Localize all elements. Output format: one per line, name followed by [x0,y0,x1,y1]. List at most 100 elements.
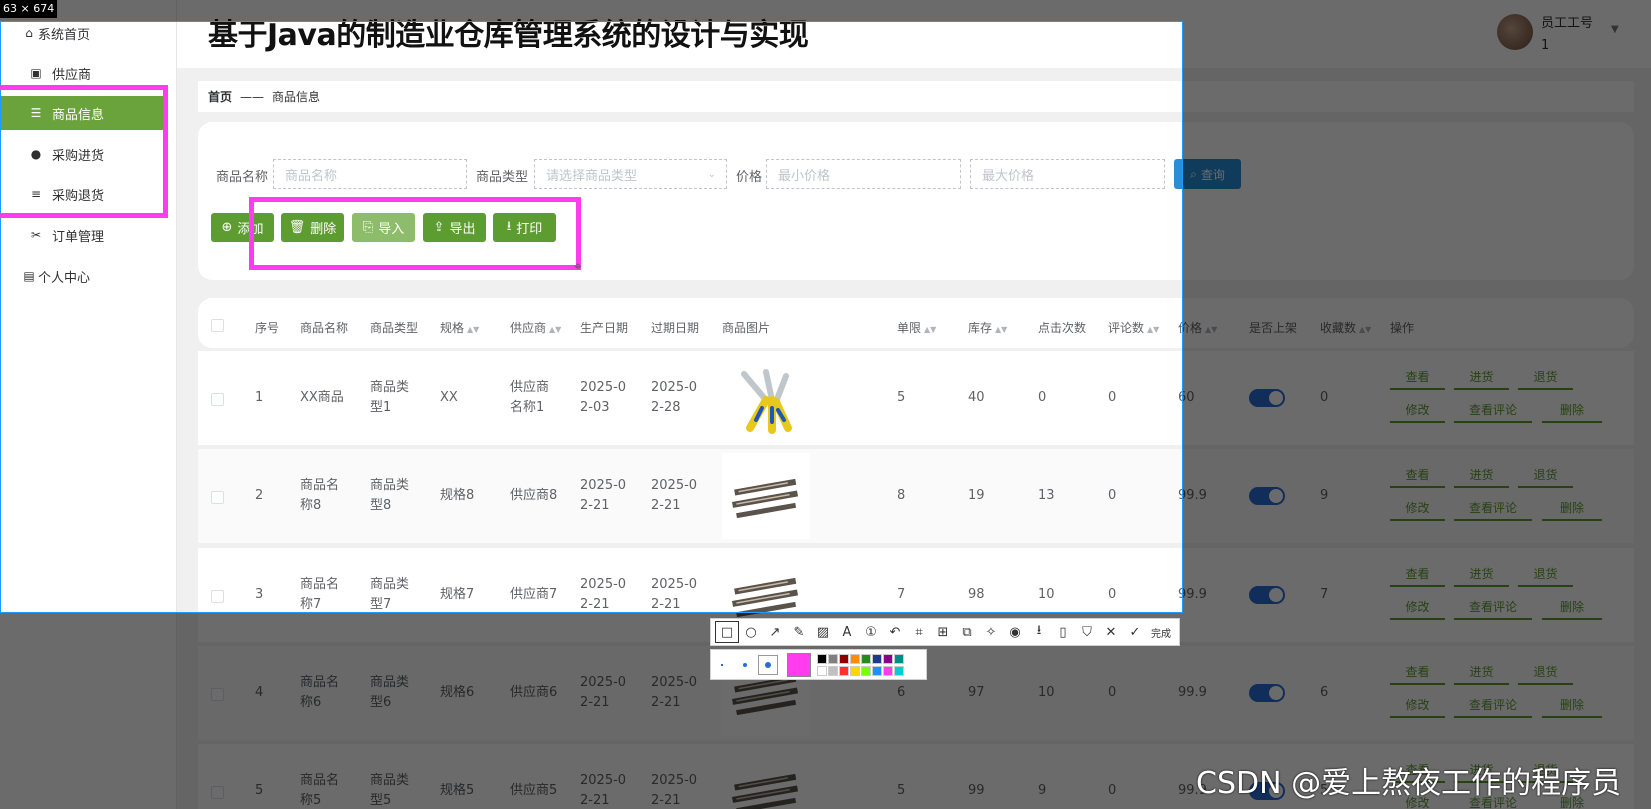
col-header[interactable]: 单限 ▲▼ [897,319,936,336]
view-comments-button[interactable]: 查看评论 [1454,499,1532,521]
breadcrumb-home[interactable]: 首页 [208,88,232,105]
color-swatch[interactable] [883,666,893,676]
sidebar-item-profile[interactable]: ▤ 个人中心 [0,259,170,293]
sort-icon[interactable]: ▲▼ [995,325,1007,334]
sort-icon[interactable]: ▲▼ [924,325,936,334]
sort-icon[interactable]: ▲▼ [467,325,479,334]
row-checkbox[interactable] [211,491,224,504]
user-menu[interactable]: 员工工号 1 [1497,14,1593,58]
view-button[interactable]: 查看 [1390,368,1445,390]
text-icon[interactable]: A [835,621,859,643]
on-shelf-toggle[interactable] [1249,389,1285,407]
return-button[interactable]: 退货 [1518,368,1573,390]
on-shelf-toggle[interactable] [1249,586,1285,604]
color-swatch[interactable] [872,654,882,664]
on-shelf-toggle[interactable] [1249,487,1285,505]
edit-button[interactable]: 修改 [1390,696,1445,718]
color-swatch[interactable] [861,654,871,664]
product-image[interactable] [722,355,810,441]
on-shelf-toggle[interactable] [1249,684,1285,702]
col-header[interactable]: 收藏数 ▲▼ [1320,319,1371,336]
sidebar-item-orders[interactable]: ✂ 订单管理 [0,218,170,252]
delete-row-button[interactable]: 删除 [1542,401,1602,423]
current-color-swatch[interactable] [787,653,811,677]
view-button[interactable]: 查看 [1390,466,1445,488]
sort-icon[interactable]: ▲▼ [549,325,561,334]
import-button[interactable]: ⎘ 导入 [352,213,415,242]
col-header[interactable]: 点击次数 [1038,319,1086,336]
col-header[interactable]: 评论数 ▲▼ [1108,319,1159,336]
product-image[interactable] [722,453,810,539]
phone-icon[interactable]: ▯ [1051,621,1075,643]
sort-icon[interactable]: ▲▼ [1359,325,1371,334]
ocr-icon[interactable]: ⌗ [907,621,931,643]
sort-icon[interactable]: ▲▼ [1205,325,1217,334]
scroll-capture-icon[interactable]: ⧉ [955,621,979,643]
col-header[interactable]: 商品名称 [300,319,348,336]
color-swatch[interactable] [817,654,827,664]
add-button[interactable]: ⊕ 添加 [211,213,274,242]
sidebar-item-return[interactable]: ≡ 采购退货 [0,177,170,211]
type-filter-select[interactable]: 请选择商品类型 ⌄ [534,159,727,189]
row-checkbox[interactable] [211,590,224,603]
ellipse-icon[interactable]: ○ [739,621,763,643]
return-button[interactable]: 退货 [1518,565,1573,587]
edit-button[interactable]: 修改 [1390,499,1445,521]
record-icon[interactable]: ◉ [1003,621,1027,643]
arrow-icon[interactable]: ↗ [763,621,787,643]
color-swatch[interactable] [817,666,827,676]
view-comments-button[interactable]: 查看评论 [1454,401,1532,423]
col-header[interactable]: 过期日期 [651,319,699,336]
color-swatch[interactable] [839,666,849,676]
row-checkbox[interactable] [211,688,224,701]
color-swatch[interactable] [850,654,860,664]
name-filter-input[interactable]: 商品名称 [273,159,467,189]
delete-row-button[interactable]: 删除 [1542,499,1602,521]
color-swatch[interactable] [883,654,893,664]
col-header[interactable]: 价格 ▲▼ [1178,319,1217,336]
col-header[interactable]: 商品类型 [370,319,418,336]
color-swatch[interactable] [894,666,904,676]
sidebar-item-home[interactable]: ⌂ 系统首页 [0,16,170,50]
view-button[interactable]: 查看 [1390,565,1445,587]
print-button[interactable]: ⭳ 打印 [493,213,556,242]
pen-icon[interactable]: ✎ [787,621,811,643]
color-swatch[interactable] [850,666,860,676]
return-button[interactable]: 退货 [1518,466,1573,488]
color-swatch[interactable] [894,654,904,664]
color-swatch[interactable] [861,666,871,676]
sort-icon[interactable]: ▲▼ [1147,325,1159,334]
stock-in-button[interactable]: 进货 [1454,368,1509,390]
min-price-input[interactable]: 最小价格 [766,159,961,189]
close-icon[interactable]: ✕ [1099,621,1123,643]
edit-button[interactable]: 修改 [1390,401,1445,423]
undo-icon[interactable]: ↶ [883,621,907,643]
color-swatch[interactable] [872,666,882,676]
pin-tool-icon[interactable]: ✧ [979,621,1003,643]
edit-button[interactable]: 修改 [1390,598,1445,620]
row-checkbox[interactable] [211,786,224,799]
sidebar-item-goods[interactable]: ☰ 商品信息 [0,96,163,130]
col-header[interactable]: 规格 ▲▼ [440,319,479,336]
chevron-down-icon[interactable]: ▼ [1611,24,1619,35]
color-swatch[interactable] [839,654,849,664]
size-medium-option[interactable] [743,663,747,667]
return-button[interactable]: 退货 [1518,663,1573,685]
sidebar-item-supplier[interactable]: ▣ 供应商 [0,56,170,90]
done-label[interactable]: 完成 [1151,625,1171,640]
export-button[interactable]: ⇪ 导出 [423,213,486,242]
delete-row-button[interactable]: 删除 [1542,598,1602,620]
col-header[interactable]: 生产日期 [580,319,628,336]
color-swatch[interactable] [828,666,838,676]
color-swatch[interactable] [828,654,838,664]
stock-in-button[interactable]: 进货 [1454,565,1509,587]
col-header[interactable]: 库存 ▲▼ [968,319,1007,336]
max-price-input[interactable]: 最大价格 [970,159,1165,189]
delete-row-button[interactable]: 删除 [1542,696,1602,718]
view-comments-button[interactable]: 查看评论 [1454,598,1532,620]
number-icon[interactable]: ① [859,621,883,643]
product-image[interactable] [722,748,810,809]
row-checkbox[interactable] [211,393,224,406]
col-header[interactable]: 供应商 ▲▼ [510,319,561,336]
select-all-checkbox[interactable] [211,319,224,332]
